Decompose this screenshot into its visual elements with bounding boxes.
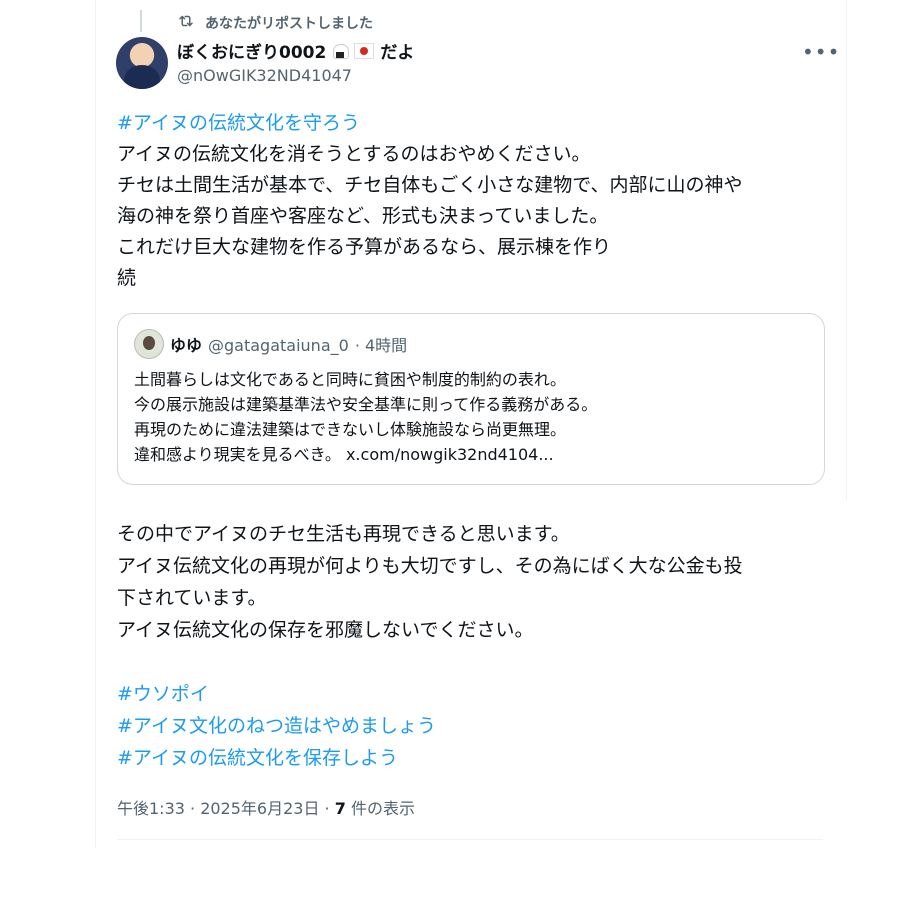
japan-flag-icon — [354, 42, 375, 59]
tweet-text: #アイヌの伝統文化を守ろう アイヌの伝統文化を消そうとするのはおやめください。 … — [117, 108, 827, 294]
tweet-line: チセは土間生活が基本で、チセ自体もごく小さな建物で、内部に山の神や — [117, 174, 743, 196]
views-label: 件の表示 — [345, 799, 415, 818]
quote-author-name: ゆゆ — [170, 336, 203, 355]
quote-author-avatar — [134, 329, 164, 359]
views-count: 7 — [334, 799, 346, 818]
repost-icon — [177, 12, 195, 34]
tweet-line: これだけ巨大な建物を作る予算があるなら、展示棟を作り — [117, 236, 612, 258]
hashtag-link[interactable]: #ウソポイ — [117, 678, 827, 710]
quote-line: 再現のために違法建築はできないし体験施設なら尚更無理。 — [134, 420, 567, 439]
more-icon[interactable]: ••• — [802, 40, 840, 64]
quote-line: 違和感より現実を見るべき。 x.com/nowgik32nd4104... — [134, 445, 554, 464]
repost-indicator: あなたがリポストしました — [177, 12, 373, 34]
tweet-line: 続 — [117, 267, 137, 289]
quote-author-handle: @gatagataiuna_0 — [208, 336, 349, 355]
repost-label: あなたがリポストしました — [205, 16, 373, 32]
tweet-line: アイヌの伝統文化を消そうとするのはおやめください。 — [117, 143, 591, 165]
tweet-meta: 午後1:33 · 2025年6月23日 · 7 件の表示 — [117, 795, 415, 819]
tweet-line: 海の神を祭り首座や客座など、形式も決まっていました。 — [117, 205, 609, 227]
quote-tweet-card[interactable]: ゆゆ @gatagataiuna_0 · 4時間 土間暮らしは文化であると同時に… — [117, 313, 825, 485]
quote-line: 土間暮らしは文化であると同時に貧困や制度的制約の表れ。 — [134, 370, 567, 389]
quote-line: 今の展示施設は建築基準法や安全基準に則って作る義務がある。 — [134, 395, 598, 414]
continuation-line: アイヌ伝統文化の再現が何よりも大切ですし、その為にばく大な公金も投 — [117, 555, 743, 577]
continuation-line: その中でアイヌのチセ生活も再現できると思います。 — [117, 523, 570, 545]
tweet-timestamp[interactable]: 午後1:33 · 2025年6月23日 · — [117, 799, 335, 818]
author-handle[interactable]: @nOwGIK32ND41047 — [177, 66, 352, 85]
author-name[interactable]: ぼくおにぎり0002 — [177, 38, 326, 63]
timeline-left-border — [95, 0, 96, 848]
author-name-row[interactable]: ぼくおにぎり0002 だよ — [177, 38, 414, 63]
hashtag-link[interactable]: #アイヌの伝統文化を守ろう — [117, 108, 827, 139]
onigiri-emoji-icon — [332, 43, 350, 59]
quote-header: ゆゆ @gatagataiuna_0 · 4時間 — [170, 332, 407, 356]
author-avatar[interactable] — [116, 37, 168, 89]
timeline-right-border — [846, 0, 847, 500]
author-name-suffix[interactable]: だよ — [380, 38, 414, 63]
quote-time: · 4時間 — [354, 336, 408, 355]
continuation-line: 下されています。 — [117, 587, 267, 609]
hashtag-link[interactable]: #アイヌの伝統文化を保存しよう — [117, 742, 827, 774]
divider — [117, 839, 823, 840]
quote-text: 土間暮らしは文化であると同時に貧困や制度的制約の表れ。 今の展示施設は建築基準法… — [134, 367, 814, 467]
continuation-text: その中でアイヌのチセ生活も再現できると思います。 アイヌ伝統文化の再現が何よりも… — [117, 518, 827, 774]
hashtag-link[interactable]: #アイヌ文化のねつ造はやめましょう — [117, 710, 827, 742]
continuation-line: アイヌ伝統文化の保存を邪魔しないでください。 — [117, 619, 534, 641]
thread-connector — [140, 10, 142, 32]
